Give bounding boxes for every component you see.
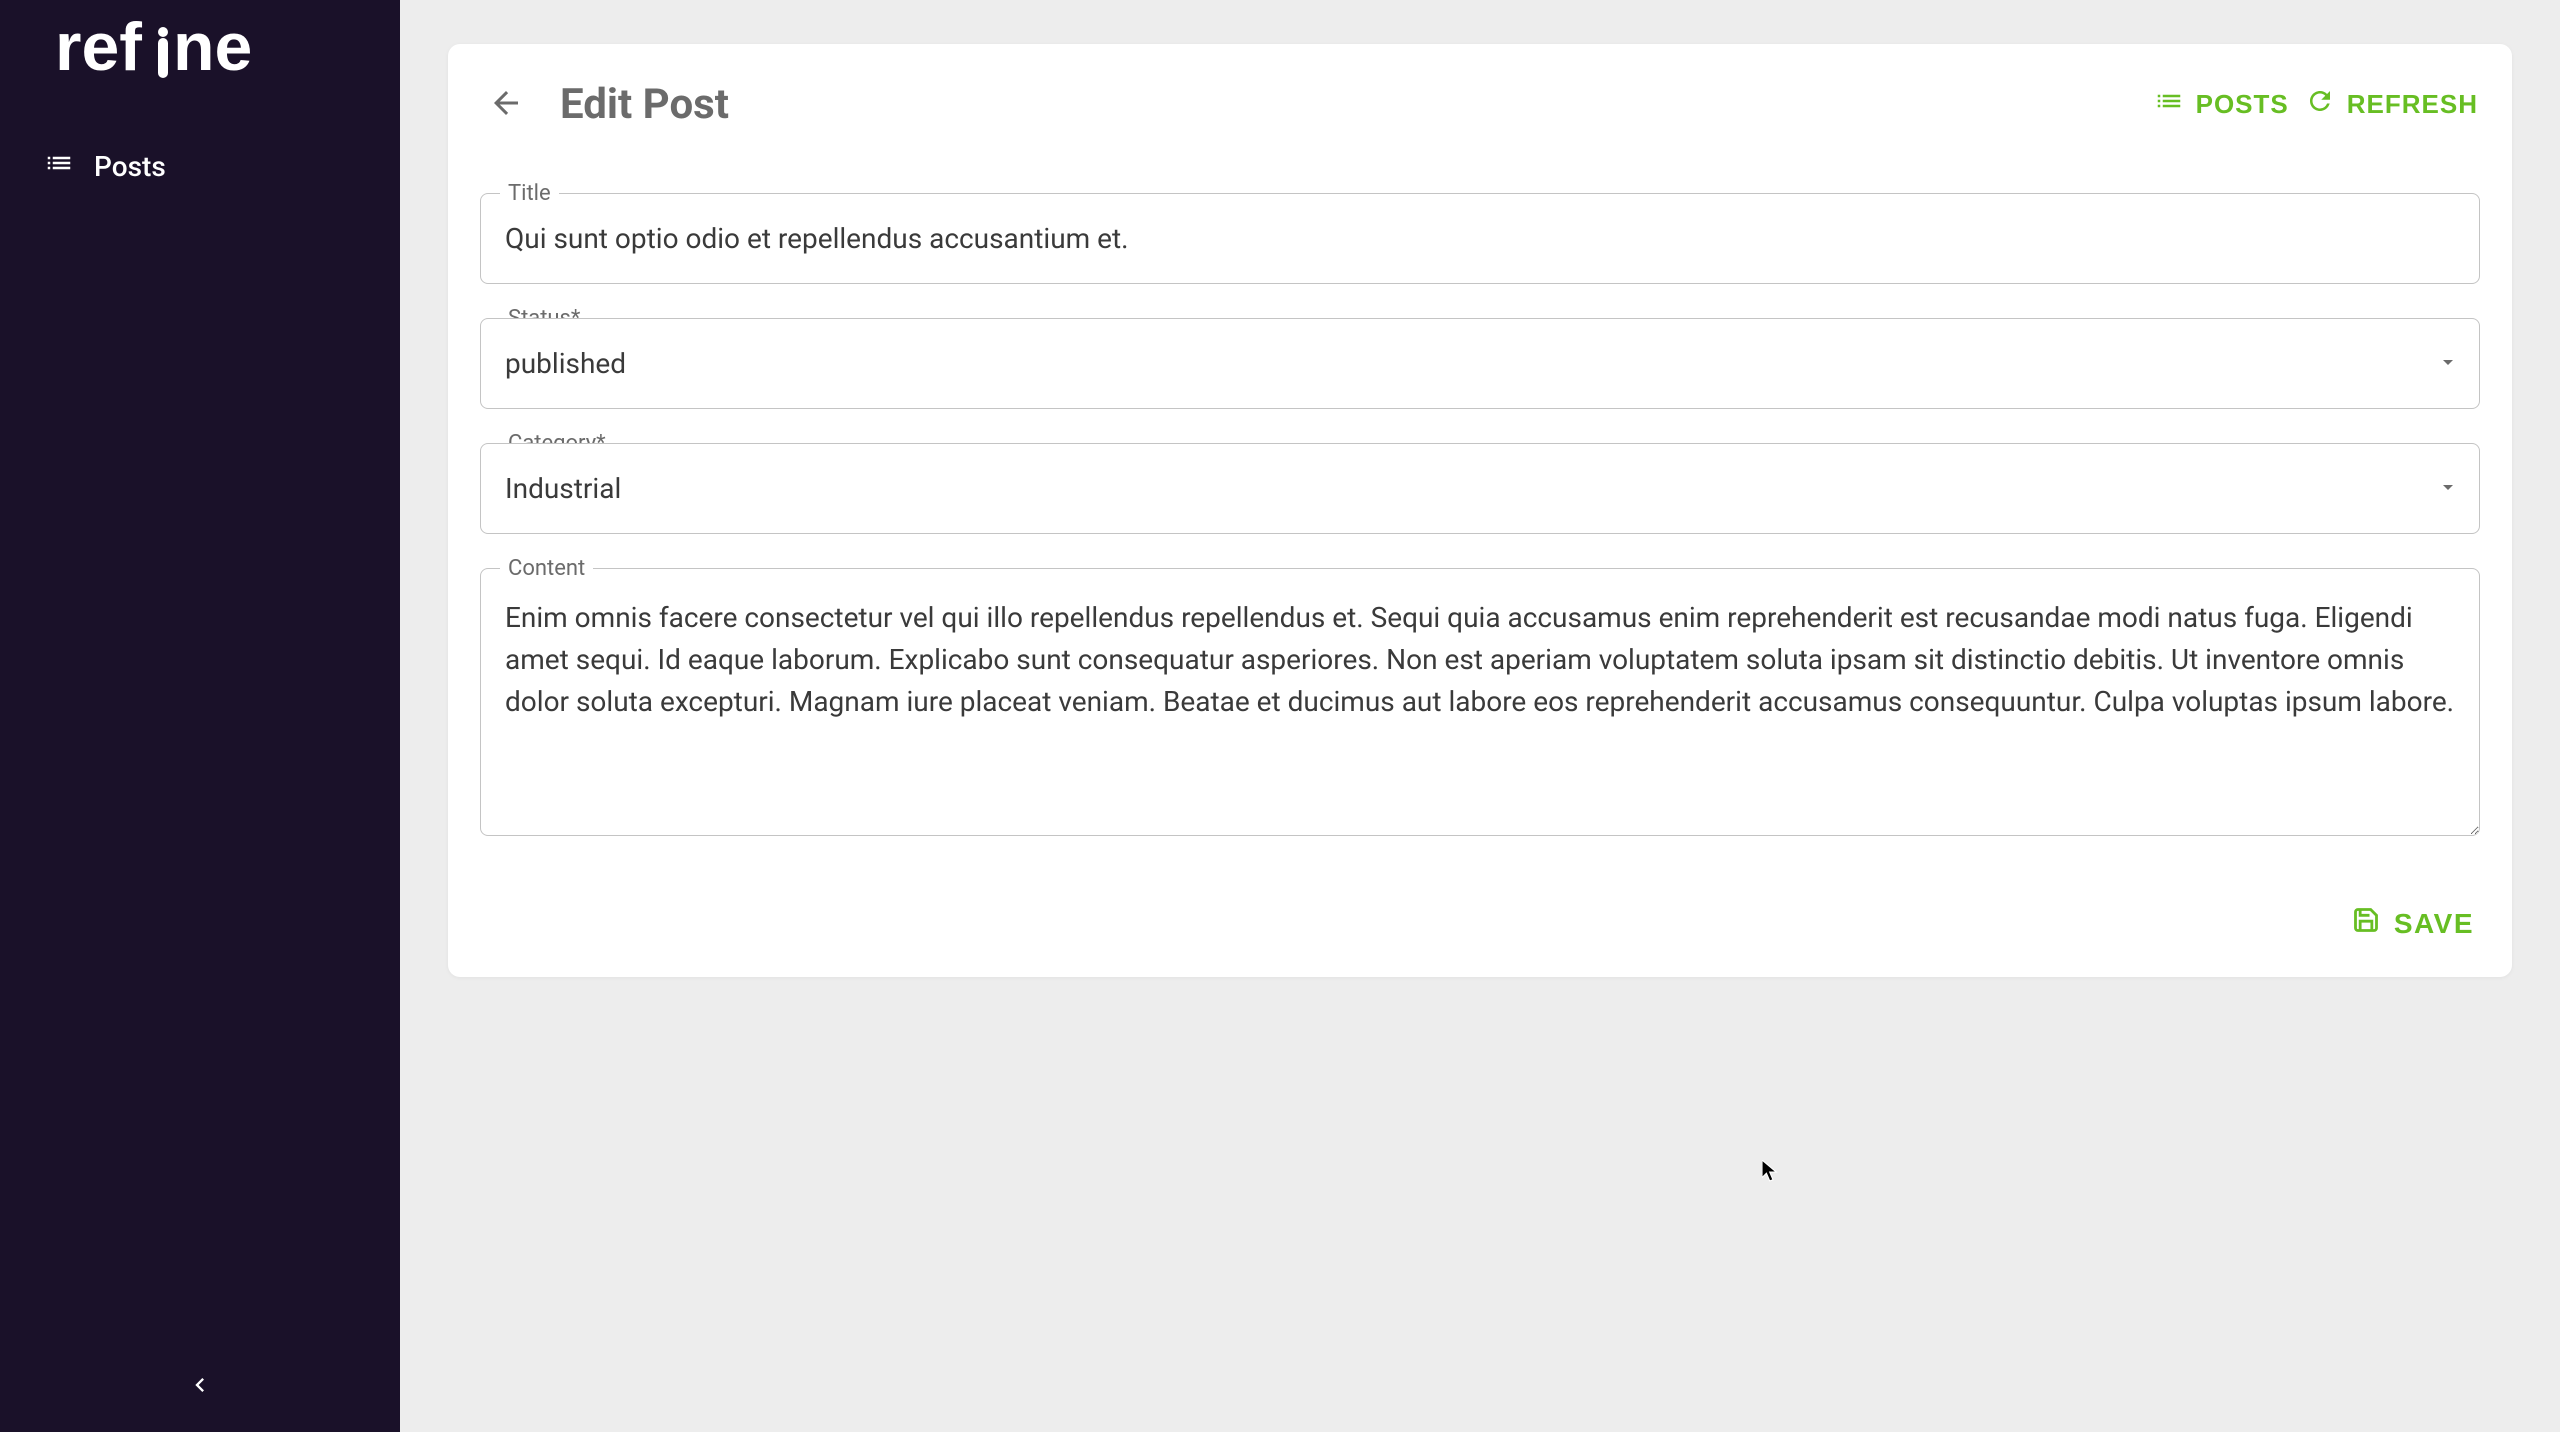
- sidebar: ref ne Posts: [0, 0, 400, 1432]
- sidebar-nav: Posts: [0, 134, 400, 199]
- posts-button-label: POSTS: [2196, 89, 2289, 120]
- logo-container: ref ne: [0, 0, 400, 134]
- arrow-back-icon: [488, 85, 524, 124]
- header-actions: POSTS REFRESH: [2152, 76, 2480, 133]
- edit-card: Edit Post POSTS REFRESH Title: [448, 44, 2512, 977]
- main-content: Edit Post POSTS REFRESH Title: [400, 0, 2560, 1432]
- content-textarea[interactable]: [480, 568, 2480, 836]
- save-button[interactable]: SAVE: [2346, 894, 2480, 953]
- status-select[interactable]: [480, 318, 2480, 409]
- sidebar-collapse-button[interactable]: [176, 1361, 224, 1412]
- posts-button[interactable]: POSTS: [2152, 76, 2291, 133]
- list-icon: [44, 148, 74, 185]
- chevron-left-icon: [186, 1387, 214, 1402]
- title-input[interactable]: [480, 193, 2480, 284]
- title-label: Title: [500, 181, 559, 206]
- refine-logo: ref ne: [55, 10, 335, 90]
- category-field: Category*: [480, 443, 2480, 534]
- save-icon: [2352, 906, 2380, 941]
- refresh-button-label: REFRESH: [2347, 89, 2478, 120]
- content-label: Content: [500, 556, 593, 581]
- sidebar-item-posts[interactable]: Posts: [20, 134, 380, 199]
- page-title: Edit Post: [560, 80, 729, 129]
- status-field: Status*: [480, 318, 2480, 409]
- sidebar-item-label: Posts: [94, 150, 166, 183]
- refresh-icon: [2305, 86, 2335, 123]
- title-field: Title: [480, 193, 2480, 284]
- category-select[interactable]: [480, 443, 2480, 534]
- card-header: Edit Post POSTS REFRESH: [480, 76, 2480, 133]
- back-button[interactable]: [480, 77, 532, 132]
- edit-form: Title Status* Category*: [480, 193, 2480, 840]
- card-footer: SAVE: [480, 874, 2480, 953]
- refresh-button[interactable]: REFRESH: [2303, 76, 2480, 133]
- content-field: Content: [480, 568, 2480, 840]
- svg-text:ref: ref: [55, 10, 142, 85]
- sidebar-footer: [0, 1341, 400, 1432]
- save-button-label: SAVE: [2394, 908, 2474, 940]
- list-icon: [2154, 86, 2184, 123]
- svg-text:ne: ne: [173, 10, 252, 85]
